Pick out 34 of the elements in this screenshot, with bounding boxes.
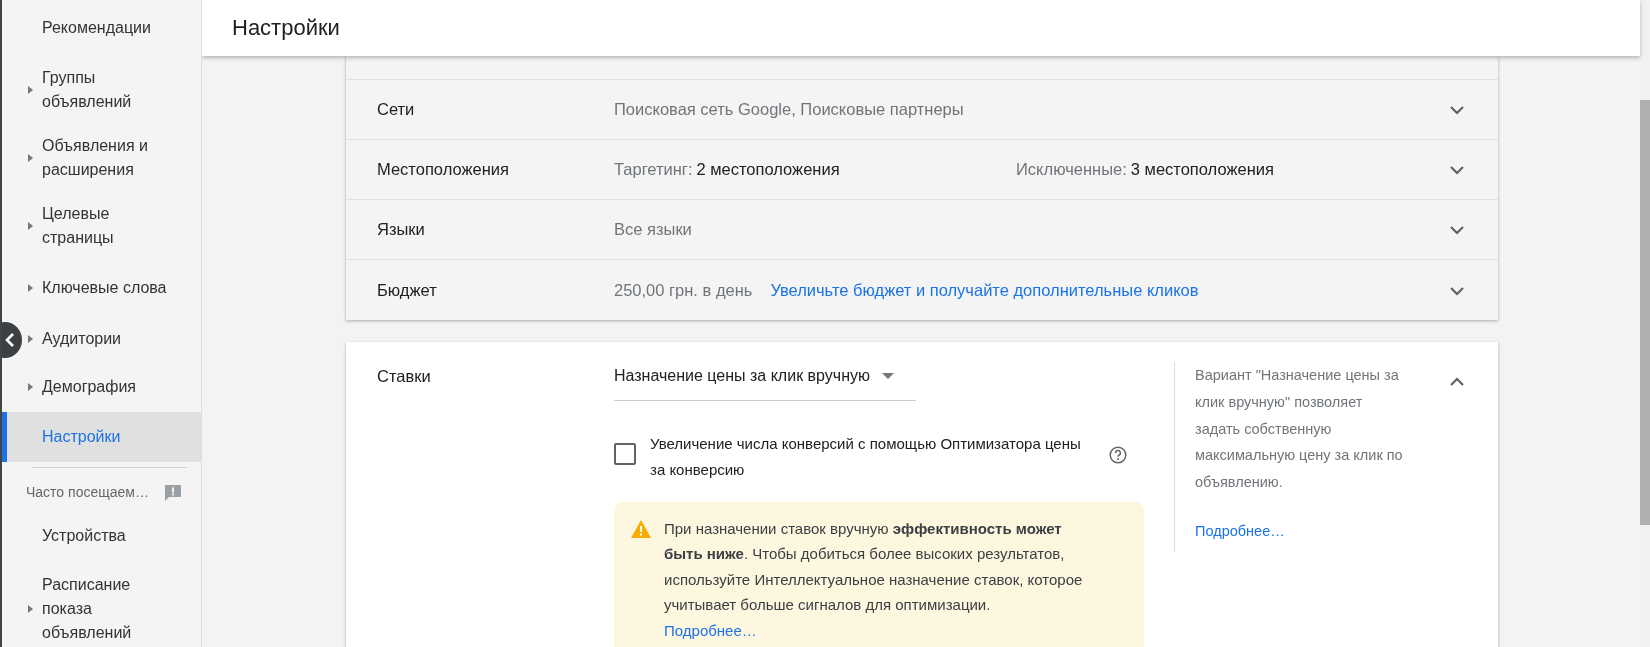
- sidebar-item[interactable]: Группы объявлений: [22, 56, 201, 124]
- setting-label: Сети: [377, 99, 416, 121]
- sidebar-item[interactable]: Демография: [22, 362, 201, 412]
- sidebar-item[interactable]: Рекомендации: [22, 0, 201, 56]
- sidebar-item[interactable]: Аудитории: [22, 316, 201, 362]
- warning-text: При назначении ставок вручную эффективность может быть ниже. Чтобы добиться более высоких результатов, используйте Интеллектуальное назначение ставок, которое учитывает больше сигналов для оптимизации.: [664, 518, 1084, 615]
- setting-value: 3 местоположения: [1130, 160, 1274, 179]
- warning-icon: [630, 518, 652, 539]
- setting-label: Ставки: [377, 366, 432, 387]
- chevron-left-icon: [5, 333, 15, 347]
- strategy-dropdown[interactable]: Назначение цены за клик вручную: [614, 362, 916, 401]
- checkbox[interactable]: [614, 443, 636, 465]
- setting-label: Местоположения: [377, 159, 510, 181]
- info-text: Вариант "Назначение цены за клик вручную" позволяет задать собственную максимальную цену за клик по объявлению.: [1195, 366, 1404, 493]
- scrollbar-thumb[interactable]: [1640, 100, 1650, 525]
- setting-value: Поисковая сеть Google, Поисковые партнеры: [614, 100, 964, 119]
- sidebar-item[interactable]: Устройства: [22, 513, 201, 560]
- setting-value: 2 местоположения: [696, 160, 840, 179]
- sidebar-item[interactable]: Ключевые слова: [22, 260, 201, 316]
- sidebar-item[interactable]: Расписание показа объявлений: [22, 559, 201, 647]
- checkbox-label: Увеличение числа конверсий с помощью Оптимизатора цены за конверсию: [650, 434, 1082, 481]
- sidebar-item[interactable]: Целевые страницы: [22, 192, 201, 260]
- budget-link[interactable]: Увеличьте бюджет и получайте дополнительные кликов: [770, 280, 1199, 299]
- setting-value: Все языки: [614, 220, 692, 239]
- setting-label: Бюджет: [377, 279, 438, 301]
- setting-value: 250,00 грн. в день: [614, 280, 753, 299]
- sidebar-item[interactable]: Объявления и расширения: [22, 124, 201, 192]
- page-title: Настройки: [232, 14, 340, 42]
- learn-more-link[interactable]: Подробнее…: [1195, 518, 1285, 545]
- setting-value: Исключенные:: [1016, 160, 1127, 179]
- learn-more-link[interactable]: Подробнее…: [664, 621, 757, 639]
- setting-value: Таргетинг:: [614, 160, 693, 179]
- section-title: Часто посещаем…: [26, 483, 149, 503]
- setting-label: Языки: [377, 219, 426, 241]
